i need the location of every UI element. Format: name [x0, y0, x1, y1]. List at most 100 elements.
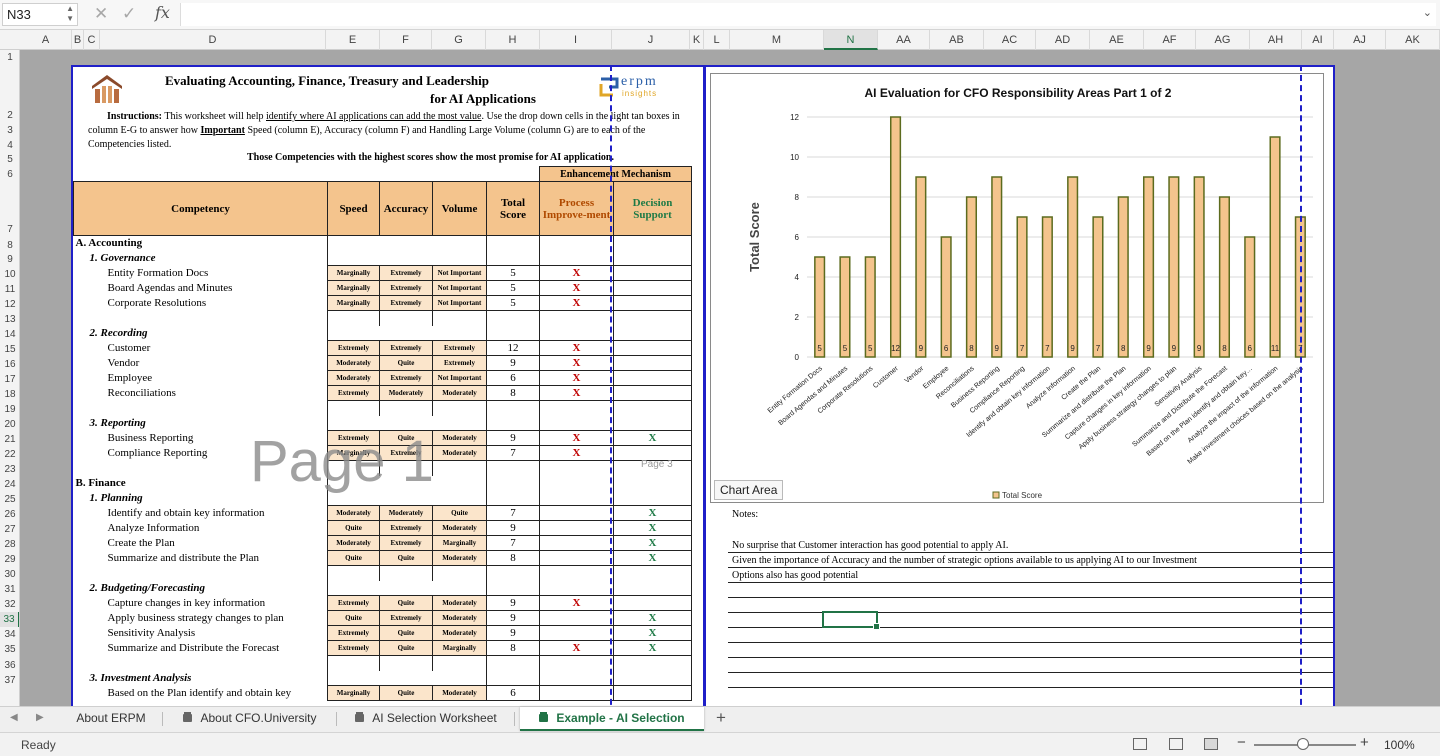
sheet-tab-label: About CFO.University	[200, 711, 317, 725]
row-header-4[interactable]: 4	[0, 138, 19, 153]
row-header-3[interactable]: 3	[0, 123, 19, 138]
zoom-level[interactable]: 100%	[1384, 738, 1415, 752]
row-header-19[interactable]: 19	[0, 402, 19, 417]
row-header-20[interactable]: 20	[0, 417, 19, 432]
sheet-tab-label: Example - AI Selection	[556, 711, 685, 725]
zoom-in-button[interactable]: +	[1360, 734, 1369, 751]
status-text: Ready	[21, 738, 56, 752]
column-header-e[interactable]: E	[326, 30, 380, 50]
row-header-22[interactable]: 22	[0, 447, 19, 462]
column-header-ac[interactable]: AC	[984, 30, 1036, 50]
column-header-a[interactable]: A	[20, 30, 72, 50]
row-header-30[interactable]: 30	[0, 567, 19, 582]
name-box-dropdown-icon[interactable]: ▲ ▼	[66, 4, 74, 24]
row-header-21[interactable]: 21	[0, 432, 19, 447]
sheet-tab[interactable]: About CFO.University	[166, 707, 334, 731]
row-header-7[interactable]: 7	[0, 222, 19, 238]
row-header-14[interactable]: 14	[0, 327, 19, 342]
chevron-down-icon[interactable]: ⌄	[1423, 6, 1432, 19]
column-header-ag[interactable]: AG	[1196, 30, 1250, 50]
add-sheet-icon[interactable]: +	[716, 708, 726, 728]
print-area-border	[71, 65, 705, 706]
column-header-ad[interactable]: AD	[1036, 30, 1090, 50]
column-header-af[interactable]: AF	[1144, 30, 1196, 50]
row-header-5[interactable]: 5	[0, 153, 19, 167]
tab-separator	[336, 712, 337, 726]
column-header-aj[interactable]: AJ	[1334, 30, 1386, 50]
row-header-13[interactable]: 13	[0, 313, 19, 327]
cancel-icon[interactable]: ✕	[94, 4, 108, 24]
sheet-tab[interactable]: Example - AI Selection	[520, 707, 704, 731]
column-header-ah[interactable]: AH	[1250, 30, 1302, 50]
row-header-26[interactable]: 26	[0, 507, 19, 522]
column-header-l[interactable]: L	[704, 30, 730, 50]
row-header-28[interactable]: 28	[0, 537, 19, 552]
row-header-23[interactable]: 23	[0, 462, 19, 477]
row-header-2[interactable]: 2	[0, 92, 19, 123]
column-header-aa[interactable]: AA	[878, 30, 930, 50]
row-header-34[interactable]: 34	[0, 627, 19, 642]
column-header-ak[interactable]: AK	[1386, 30, 1440, 50]
column-header-d[interactable]: D	[100, 30, 326, 50]
row-header-6[interactable]: 6	[0, 167, 19, 182]
row-header-37[interactable]: 37	[0, 673, 19, 688]
page-break-icon[interactable]	[1204, 738, 1218, 750]
column-header-ab[interactable]: AB	[930, 30, 984, 50]
row-header-29[interactable]: 29	[0, 552, 19, 567]
row-header-18[interactable]: 18	[0, 387, 19, 402]
lock-icon	[355, 714, 365, 722]
row-header-24[interactable]: 24	[0, 477, 19, 492]
row-header-9[interactable]: 9	[0, 253, 19, 267]
zoom-slider-thumb[interactable]	[1297, 738, 1309, 750]
row-header-35[interactable]: 35	[0, 642, 19, 658]
row-header-11[interactable]: 11	[0, 282, 19, 297]
row-header-bar: 1 2 3 4 5 6 7 8 9 10 11 12 13 14 15 16 17 18 19 20 21 22 23 24 2…	[0, 50, 20, 706]
column-header-b[interactable]: B	[72, 30, 84, 50]
sheet-tab-label: About ERPM	[76, 711, 146, 725]
tab-separator	[162, 712, 163, 726]
row-header-12[interactable]: 12	[0, 297, 19, 313]
column-header-h[interactable]: H	[486, 30, 540, 50]
column-header-i[interactable]: I	[540, 30, 612, 50]
sheet-tab[interactable]: About ERPM	[62, 707, 160, 731]
row-header-31[interactable]: 31	[0, 582, 19, 597]
zoom-out-button[interactable]: −	[1237, 734, 1246, 751]
formula-input[interactable]	[180, 3, 1436, 26]
formula-bar: N33 ▲ ▼ ✕ ✓ fx ⌄	[0, 0, 1440, 30]
prev-sheet-icon[interactable]: ◀	[10, 712, 18, 723]
column-header-f[interactable]: F	[380, 30, 432, 50]
row-header-8[interactable]: 8	[0, 238, 19, 253]
row-header-1[interactable]: 1	[0, 51, 19, 65]
column-header-ae[interactable]: AE	[1090, 30, 1144, 50]
column-header-n[interactable]: N	[824, 30, 878, 50]
normal-view-icon[interactable]	[1133, 738, 1147, 750]
row-header-36[interactable]: 36	[0, 658, 19, 673]
column-header-c[interactable]: C	[84, 30, 100, 50]
column-header-k[interactable]: K	[690, 30, 704, 50]
status-bar: Ready − + 100%	[0, 732, 1440, 756]
column-header-j[interactable]: J	[612, 30, 690, 50]
sheet-tab-label: AI Selection Worksheet	[372, 711, 497, 725]
row-header-25[interactable]: 25	[0, 492, 19, 507]
row-header-16[interactable]: 16	[0, 357, 19, 372]
sheet-tab[interactable]: AI Selection Worksheet	[340, 707, 512, 731]
function-icon[interactable]: fx	[155, 3, 170, 22]
row-header-33[interactable]: 33	[0, 612, 19, 627]
name-box[interactable]: N33 ▲ ▼	[2, 3, 78, 26]
row-header-32[interactable]: 32	[0, 597, 19, 612]
tab-separator	[514, 712, 515, 726]
worksheet-grid[interactable]: Evaluating Accounting, Finance, Treasury…	[20, 50, 1440, 706]
column-header-g[interactable]: G	[432, 30, 486, 50]
sheet-tab-bar: ◀ ▶ About ERPM About CFO.University AI Sel…	[0, 706, 1440, 732]
print-area-border	[704, 65, 1335, 706]
row-header-15[interactable]: 15	[0, 342, 19, 357]
column-header-m[interactable]: M	[730, 30, 824, 50]
next-sheet-icon[interactable]: ▶	[36, 712, 44, 723]
row-header-17[interactable]: 17	[0, 372, 19, 387]
row-header-10[interactable]: 10	[0, 267, 19, 282]
page-layout-icon[interactable]	[1169, 738, 1183, 750]
row-header-27[interactable]: 27	[0, 522, 19, 537]
name-box-value: N33	[7, 7, 31, 22]
column-header-ai[interactable]: AI	[1302, 30, 1334, 50]
confirm-icon[interactable]: ✓	[122, 4, 136, 24]
